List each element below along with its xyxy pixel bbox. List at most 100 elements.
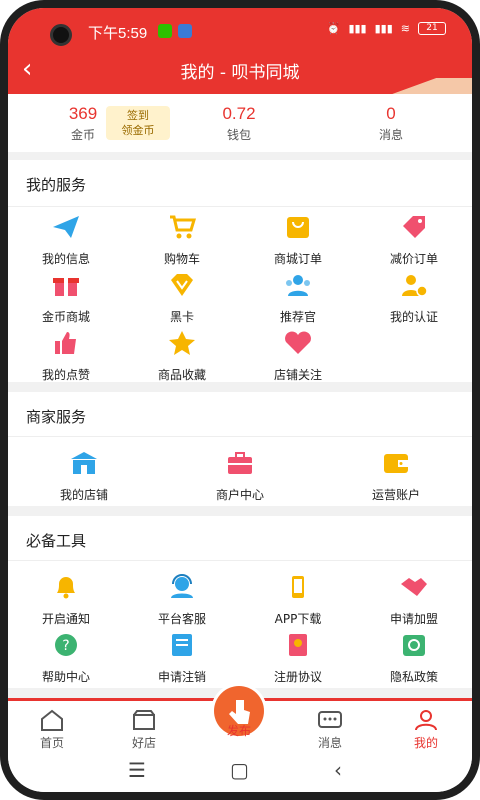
tab-label: 消息: [317, 736, 342, 750]
coin-mall-item[interactable]: 金币商城: [8, 272, 124, 325]
divider: [8, 206, 472, 207]
item-label: 我的点赞: [41, 368, 90, 382]
headset-icon: [171, 574, 193, 598]
system-nav-bar: ☰ ▢ ‹: [8, 750, 472, 792]
battery-icon: 21: [418, 22, 446, 35]
item-label: 隐私政策: [389, 670, 438, 684]
tab-label: 我的: [413, 736, 438, 750]
contract-icon: [289, 634, 307, 656]
merchant-services-card: 商家服务 我的店铺 商户中心 运营账户: [8, 392, 472, 506]
publish-label: 发布: [226, 724, 251, 738]
deregister-item[interactable]: 申请注销: [124, 632, 240, 685]
status-indicators: ⏰ ▮▮▮ ▮▮▮ ≋ 21: [327, 22, 446, 35]
tab-label: 首页: [39, 736, 64, 750]
item-label: 商户中心: [215, 488, 264, 502]
shop-icon: [133, 710, 155, 730]
item-label: 申请加盟: [389, 612, 438, 626]
front-camera: [50, 24, 72, 46]
briefcase-icon: [228, 452, 252, 474]
question-icon: ?: [55, 634, 77, 656]
top-bar: 下午5:59 ⏰ ▮▮▮ ▮▮▮ ≋ 21 ‹ 我的 - 呗书同城: [8, 8, 472, 94]
my-shop-item[interactable]: 我的店铺: [24, 450, 144, 503]
handshake-icon: [401, 578, 427, 596]
messages-stat[interactable]: 0 消息: [346, 104, 436, 143]
privacy-icon: [403, 635, 425, 656]
favorites-item[interactable]: 商品收藏: [124, 330, 240, 383]
privacy-item[interactable]: 隐私政策: [356, 632, 472, 685]
item-label: 推荐官: [279, 310, 316, 324]
item-label: 运营账户: [371, 488, 420, 502]
register-agreement-item[interactable]: 注册协议: [240, 632, 356, 685]
discount-orders-item[interactable]: 减价订单: [356, 214, 472, 267]
wifi-icon: ≋: [400, 22, 410, 35]
help-item[interactable]: ? 帮助中心: [8, 632, 124, 685]
item-label: 开启通知: [41, 612, 90, 626]
item-label: 商城订单: [273, 252, 322, 266]
menu-icon[interactable]: ☰: [128, 758, 146, 782]
app-download-item[interactable]: APP下载: [240, 574, 356, 627]
wallet-label: 钱包: [226, 128, 251, 142]
tab-mine[interactable]: 我的: [396, 709, 456, 751]
checkin-button[interactable]: 签到 领金币: [106, 106, 170, 140]
wechat-icon: [158, 24, 172, 38]
user-check-icon: [402, 275, 428, 297]
diamond-icon: [171, 274, 193, 296]
stats-bar: 369 金币 0.72 钱包 0 消息: [8, 94, 472, 152]
item-label: 购物车: [163, 252, 200, 266]
divider: [8, 560, 472, 561]
item-label: APP下载: [274, 612, 322, 626]
wallet-icon: [384, 454, 408, 473]
thumbs-up-icon: [55, 332, 76, 354]
my-services-card: 我的服务 我的信息 购物车 商城订单 减价订单 金币商城 黑卡 推荐官 我的认证…: [8, 160, 472, 382]
header-decoration: [382, 78, 472, 94]
svg-text:?: ?: [62, 638, 69, 654]
phone-icon: [292, 576, 304, 598]
message-icon: [318, 711, 342, 728]
tools-card: 必备工具 开启通知 平台客服 APP下载 申请加盟 ? 帮助中心 申请注销 注册…: [8, 516, 472, 688]
cart-item[interactable]: 购物车: [124, 214, 240, 267]
likes-item[interactable]: 我的点赞: [8, 330, 124, 383]
gift-icon: [53, 278, 79, 296]
tab-label: 好店: [131, 736, 156, 750]
mall-orders-item[interactable]: 商城订单: [240, 214, 356, 267]
wallet-value: 0.72: [222, 104, 256, 123]
support-item[interactable]: 平台客服: [124, 574, 240, 627]
item-label: 商品收藏: [157, 368, 206, 382]
black-card-item[interactable]: 黑卡: [124, 272, 240, 325]
heart-icon: [285, 331, 311, 354]
back-arrow-icon[interactable]: ‹: [334, 758, 342, 782]
my-services-title: 我的服务: [26, 176, 87, 194]
join-item[interactable]: 申请加盟: [356, 574, 472, 627]
wallet-stat[interactable]: 0.72 钱包: [194, 104, 284, 143]
messages-value: 0: [386, 104, 396, 123]
item-label: 店铺关注: [273, 368, 322, 382]
app-notify-icon: [178, 24, 192, 38]
document-icon: [172, 634, 192, 656]
notify-item[interactable]: 开启通知: [8, 574, 124, 627]
item-label: 帮助中心: [41, 670, 90, 684]
verification-item[interactable]: 我的认证: [356, 272, 472, 325]
tab-home[interactable]: 首页: [22, 709, 82, 751]
item-label: 平台客服: [157, 612, 206, 626]
home-square-icon[interactable]: ▢: [230, 758, 249, 782]
messages-label: 消息: [378, 128, 403, 142]
shop-follow-item[interactable]: 店铺关注: [240, 330, 356, 383]
signal-2-icon: ▮▮▮: [374, 22, 393, 35]
my-info-item[interactable]: 我的信息: [8, 214, 124, 267]
tab-shop[interactable]: 好店: [114, 709, 174, 751]
tab-messages[interactable]: 消息: [300, 709, 360, 751]
item-label: 金币商城: [41, 310, 90, 324]
operation-account-item[interactable]: 运营账户: [336, 450, 456, 503]
tools-title: 必备工具: [26, 532, 87, 550]
shopping-cart-icon: [170, 215, 197, 239]
item-label: 我的店铺: [59, 488, 108, 502]
alarm-icon: ⏰: [326, 22, 341, 35]
tag-icon: [403, 216, 425, 238]
bell-icon: [57, 577, 75, 599]
merchant-center-item[interactable]: 商户中心: [180, 450, 300, 503]
referrer-item[interactable]: 推荐官: [240, 272, 356, 325]
paper-plane-icon: [53, 216, 79, 238]
star-icon: [169, 331, 195, 355]
divider: [8, 436, 472, 437]
signal-icon: ▮▮▮: [348, 22, 367, 35]
